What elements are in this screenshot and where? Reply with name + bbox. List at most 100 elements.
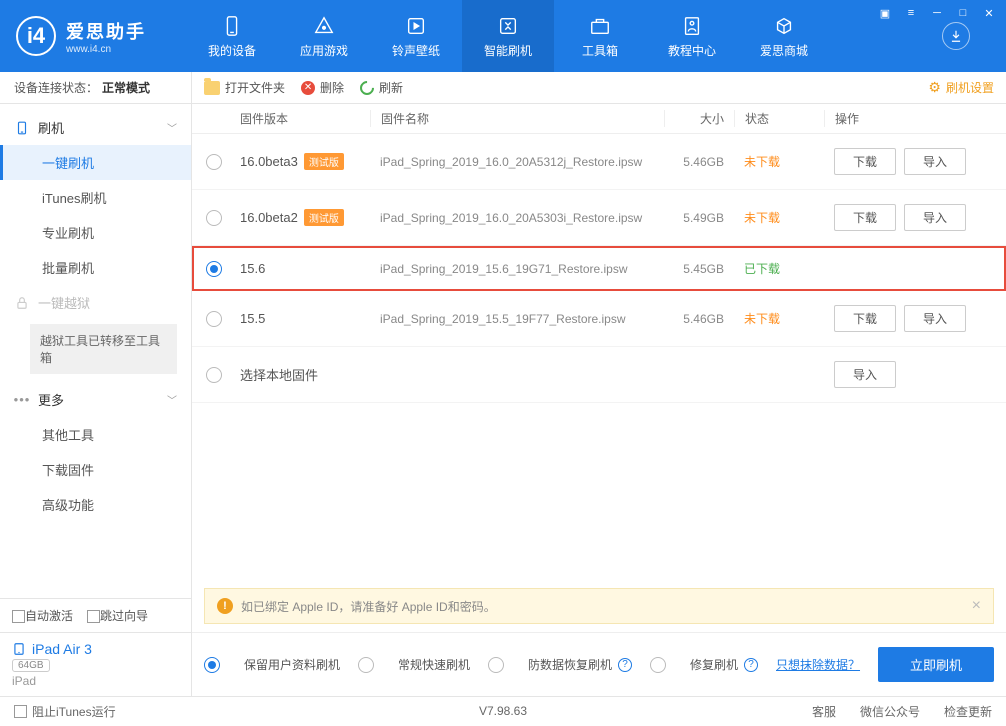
firmware-status: 未下载 [734, 310, 824, 327]
firmware-name: iPad_Spring_2019_15.5_19F77_Restore.ipsw [370, 312, 664, 326]
sidebar: 设备连接状态： 正常模式 刷机 ﹀ 一键刷机iTunes刷机专业刷机批量刷机 一… [0, 72, 192, 696]
firmware-row[interactable]: 16.0beta2测试版 iPad_Spring_2019_16.0_20A53… [192, 190, 1006, 246]
download-indicator-icon[interactable] [942, 22, 970, 50]
firmware-actions: 下载导入 [824, 305, 994, 332]
firmware-row[interactable]: 15.6 iPad_Spring_2019_15.6_19G71_Restore… [192, 246, 1006, 291]
more-icon: ••• [14, 392, 30, 408]
phone-icon [14, 120, 30, 136]
opt-normal[interactable]: 常规快速刷机 [358, 656, 470, 673]
nav-tab-6[interactable]: 爱思商城 [738, 0, 830, 72]
nav-icon [496, 14, 520, 38]
nav-tab-2[interactable]: 铃声壁纸 [370, 0, 462, 72]
flash-now-button[interactable]: 立即刷机 [878, 647, 994, 682]
footer: 阻止iTunes运行 V7.98.63 客服 微信公众号 检查更新 [0, 696, 1006, 725]
nav-tab-5[interactable]: 教程中心 [646, 0, 738, 72]
import-button[interactable]: 导入 [904, 204, 966, 231]
help-icon[interactable]: ? [618, 658, 632, 672]
opt-anti-recovery[interactable]: 防数据恢复刷机? [488, 656, 632, 673]
tb-opt2[interactable]: ≡ [902, 4, 920, 22]
refresh-button[interactable]: 刷新 [360, 79, 403, 96]
close-button[interactable]: ✕ [980, 4, 998, 22]
firmware-row[interactable]: 16.0beta3测试版 iPad_Spring_2019_16.0_20A53… [192, 134, 1006, 190]
firmware-name: iPad_Spring_2019_15.6_19G71_Restore.ipsw [370, 262, 664, 276]
apple-id-alert: ! 如已绑定 Apple ID，请准备好 Apple ID和密码。 × [204, 588, 994, 624]
firmware-name: iPad_Spring_2019_16.0_20A5303i_Restore.i… [370, 211, 664, 225]
firmware-size: 5.46GB [664, 155, 734, 169]
sidebar-item-flash-1[interactable]: iTunes刷机 [0, 180, 191, 215]
app-title: 爱思助手 [66, 18, 146, 44]
chevron-down-icon: ﹀ [167, 120, 177, 135]
col-name: 固件名称 [370, 110, 664, 127]
firmware-actions: 下载导入 [824, 148, 994, 175]
connection-status: 设备连接状态： 正常模式 [0, 72, 191, 104]
footer-update[interactable]: 检查更新 [944, 703, 992, 720]
maximize-button[interactable]: □ [954, 4, 972, 22]
sidebar-item-more-0[interactable]: 其他工具 [0, 417, 191, 452]
sidebar-item-flash-0[interactable]: 一键刷机 [0, 145, 191, 180]
nav-icon [220, 14, 244, 38]
download-button[interactable]: 下载 [834, 148, 896, 175]
auto-activate-checkbox[interactable]: 自动激活 [12, 607, 73, 624]
nav-icon [312, 14, 336, 38]
logo[interactable]: i4 爱思助手 www.i4.cn [16, 16, 186, 56]
nav-tab-4[interactable]: 工具箱 [554, 0, 646, 72]
jailbreak-note: 越狱工具已转移至工具箱 [30, 324, 177, 374]
firmware-radio[interactable] [206, 154, 222, 170]
skip-guide-checkbox[interactable]: 跳过向导 [87, 607, 148, 624]
sidebar-item-flash-3[interactable]: 批量刷机 [0, 250, 191, 285]
nav-tab-3[interactable]: 智能刷机 [462, 0, 554, 72]
firmware-name: iPad_Spring_2019_16.0_20A5312j_Restore.i… [370, 155, 664, 169]
delete-icon: ✕ [301, 81, 315, 95]
sidebar-item-more-1[interactable]: 下载固件 [0, 452, 191, 487]
flash-settings-button[interactable]: ⚙刷机设置 [928, 79, 994, 96]
erase-only-link[interactable]: 只想抹除数据？ [776, 656, 860, 673]
toolbar: 打开文件夹 ✕删除 刷新 ⚙刷机设置 [192, 72, 1006, 104]
firmware-radio[interactable] [206, 261, 222, 277]
import-button[interactable]: 导入 [904, 148, 966, 175]
block-itunes-checkbox[interactable]: 阻止iTunes运行 [14, 703, 116, 720]
footer-wechat[interactable]: 微信公众号 [860, 703, 920, 720]
nav-tab-1[interactable]: 应用游戏 [278, 0, 370, 72]
firmware-row[interactable]: 选择本地固件 导入 [192, 347, 1006, 403]
tb-opt1[interactable]: ▣ [876, 4, 894, 22]
opt-repair[interactable]: 修复刷机? [650, 656, 758, 673]
flash-options: 保留用户资料刷机 常规快速刷机 防数据恢复刷机? 修复刷机? 只想抹除数据？ 立… [192, 632, 1006, 696]
device-info[interactable]: iPad Air 3 64GB iPad [0, 632, 191, 696]
download-button[interactable]: 下载 [834, 204, 896, 231]
help-icon[interactable]: ? [744, 658, 758, 672]
firmware-version: 15.6 [240, 261, 370, 276]
folder-icon [204, 81, 220, 95]
import-button[interactable]: 导入 [834, 361, 896, 388]
opt-keep-data[interactable]: 保留用户资料刷机 [204, 656, 340, 673]
firmware-version: 16.0beta2测试版 [240, 209, 370, 226]
col-action: 操作 [824, 110, 994, 127]
footer-service[interactable]: 客服 [812, 703, 836, 720]
nav-icon [588, 14, 612, 38]
alert-close-button[interactable]: × [972, 597, 981, 615]
nav-tab-0[interactable]: 我的设备 [186, 0, 278, 72]
open-folder-button[interactable]: 打开文件夹 [204, 79, 285, 96]
firmware-radio[interactable] [206, 367, 222, 383]
table-header: 固件版本 固件名称 大小 状态 操作 [192, 104, 1006, 134]
delete-button[interactable]: ✕删除 [301, 79, 344, 96]
app-header: i4 爱思助手 www.i4.cn 我的设备应用游戏铃声壁纸智能刷机工具箱教程中… [0, 0, 1006, 72]
firmware-size: 5.45GB [664, 262, 734, 276]
sidebar-group-flash[interactable]: 刷机 ﹀ [0, 110, 191, 145]
firmware-radio[interactable] [206, 210, 222, 226]
sidebar-item-more-2[interactable]: 高级功能 [0, 487, 191, 522]
sidebar-item-flash-2[interactable]: 专业刷机 [0, 215, 191, 250]
tablet-icon [12, 642, 26, 656]
firmware-radio[interactable] [206, 311, 222, 327]
import-button[interactable]: 导入 [904, 305, 966, 332]
firmware-size: 5.46GB [664, 312, 734, 326]
app-version: V7.98.63 [479, 704, 527, 718]
download-button[interactable]: 下载 [834, 305, 896, 332]
sidebar-group-more[interactable]: ••• 更多 ﹀ [0, 382, 191, 417]
firmware-row[interactable]: 15.5 iPad_Spring_2019_15.5_19F77_Restore… [192, 291, 1006, 347]
firmware-status: 未下载 [734, 209, 824, 226]
sidebar-group-jailbreak: 一键越狱 [0, 285, 191, 320]
col-version: 固件版本 [240, 110, 370, 127]
refresh-icon [357, 78, 377, 98]
minimize-button[interactable]: ─ [928, 4, 946, 22]
col-status: 状态 [734, 110, 824, 127]
